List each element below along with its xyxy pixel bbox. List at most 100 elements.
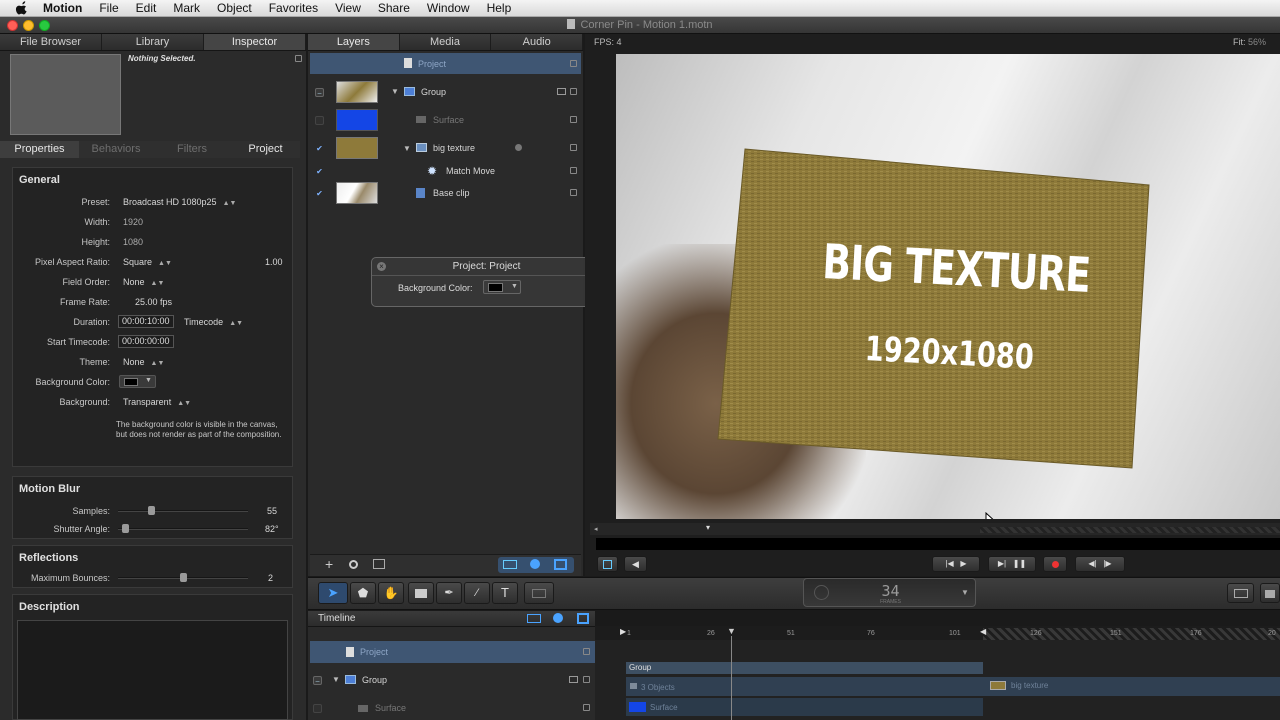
tab-audio[interactable]: Audio: [491, 34, 584, 50]
go-to-end-icon[interactable]: ▶|: [998, 559, 1006, 568]
subtab-filters[interactable]: Filters: [153, 141, 231, 158]
disclosure-triangle-icon[interactable]: ▼: [332, 675, 340, 684]
canvas-viewport[interactable]: BIG TEXTURE 1920x1080: [616, 54, 1280, 519]
pause-icon[interactable]: ❚❚: [1013, 559, 1026, 568]
go-to-start-icon[interactable]: |◀: [945, 559, 953, 568]
grid-icon[interactable]: [373, 559, 385, 569]
lock-icon[interactable]: [583, 704, 590, 711]
max-bounces-slider-knob[interactable]: [180, 573, 187, 582]
start-timecode-field[interactable]: 00:00:00:00: [118, 335, 174, 348]
lock-icon[interactable]: [295, 55, 302, 62]
theme-popup[interactable]: None ▲▼: [123, 357, 164, 367]
lock-icon[interactable]: [570, 144, 577, 151]
preset-popup[interactable]: Broadcast HD 1080p25 ▲▼: [123, 197, 236, 207]
timecode-display[interactable]: 34 FRAMES ▼: [803, 578, 976, 607]
timeline-playhead-handle[interactable]: ▼: [727, 626, 736, 636]
stack-icon[interactable]: [554, 559, 567, 570]
toggle-view-button[interactable]: [597, 556, 618, 572]
duration-field[interactable]: 00:00:10:00: [118, 315, 174, 328]
hud-bg-color-well[interactable]: ▼: [483, 280, 521, 294]
track-group-bar[interactable]: [626, 662, 983, 674]
menu-share[interactable]: Share: [378, 0, 410, 17]
isolate-icon[interactable]: [557, 88, 566, 95]
activation-checkbox[interactable]: [313, 704, 322, 713]
lock-icon[interactable]: [570, 116, 577, 123]
activation-checkbox[interactable]: −: [313, 676, 322, 686]
shutter-angle-slider-knob[interactable]: [121, 524, 129, 533]
activation-checkbox[interactable]: [315, 116, 324, 125]
menu-file[interactable]: File: [99, 0, 118, 17]
samples-slider-knob[interactable]: [147, 506, 155, 515]
timeline-row-surface[interactable]: [310, 698, 595, 720]
select-tool[interactable]: ➤: [318, 582, 348, 604]
subtab-project[interactable]: Project: [231, 141, 300, 158]
out-point-marker[interactable]: ◀: [980, 627, 986, 636]
audio-button[interactable]: ◀: [624, 556, 647, 572]
bg-color-well[interactable]: ▼: [119, 375, 156, 388]
duration-format-popup[interactable]: Timecode ▲▼: [184, 317, 243, 327]
record-button[interactable]: [1043, 556, 1067, 572]
activation-checkbox[interactable]: ✔: [315, 189, 324, 198]
lock-icon[interactable]: [570, 167, 577, 174]
tab-file-browser[interactable]: File Browser: [0, 34, 102, 50]
gear-icon[interactable]: [553, 613, 563, 623]
menu-window[interactable]: Window: [427, 0, 470, 17]
step-back-icon[interactable]: ◀|: [1088, 559, 1096, 568]
search-icon[interactable]: [349, 560, 358, 569]
gear-icon[interactable]: [515, 144, 522, 151]
in-point-marker[interactable]: ▶: [620, 627, 626, 636]
menu-motion[interactable]: Motion: [43, 0, 82, 17]
step-forward-icon[interactable]: |▶: [1103, 559, 1111, 568]
menu-object[interactable]: Object: [217, 0, 252, 17]
tab-inspector[interactable]: Inspector: [204, 34, 306, 50]
activation-checkbox[interactable]: ✔: [315, 144, 324, 153]
activation-checkbox[interactable]: ✔: [315, 167, 324, 176]
lock-icon[interactable]: [583, 676, 590, 683]
mini-timeline[interactable]: ◂ ▾: [590, 523, 1280, 535]
lock-icon[interactable]: [570, 189, 577, 196]
shutter-angle-slider[interactable]: [118, 528, 248, 530]
bezier-tool[interactable]: ✒: [436, 582, 462, 604]
background-popup[interactable]: Transparent ▲▼: [123, 397, 191, 407]
play-start-marker[interactable]: ◂: [594, 525, 598, 533]
track-surface-bar[interactable]: [626, 698, 983, 716]
share-button[interactable]: [1260, 583, 1280, 603]
subtab-properties[interactable]: Properties: [0, 141, 79, 158]
gear-icon[interactable]: [530, 559, 540, 569]
tab-layers[interactable]: Layers: [308, 34, 400, 50]
menu-favorites[interactable]: Favorites: [269, 0, 318, 17]
menu-view[interactable]: View: [335, 0, 361, 17]
menu-help[interactable]: Help: [487, 0, 512, 17]
add-icon[interactable]: +: [325, 556, 333, 572]
lock-icon[interactable]: [570, 60, 577, 67]
library-toggle-button[interactable]: [1227, 583, 1254, 603]
play-icon[interactable]: ▶: [960, 559, 966, 568]
pan-tool[interactable]: ✋: [378, 582, 404, 604]
isolate-icon[interactable]: [569, 676, 578, 683]
field-order-popup[interactable]: None ▲▼: [123, 277, 164, 287]
shape-tool[interactable]: ⬟: [350, 582, 376, 604]
par-popup[interactable]: Square ▲▼: [123, 257, 172, 267]
subtab-behaviors[interactable]: Behaviors: [79, 141, 153, 158]
disclosure-triangle-icon[interactable]: ▼: [391, 87, 399, 96]
menu-edit[interactable]: Edit: [136, 0, 157, 17]
track-group-objects[interactable]: [626, 677, 1280, 696]
activation-checkbox[interactable]: −: [315, 88, 324, 98]
layers-view-icon[interactable]: [503, 560, 517, 569]
mini-playhead[interactable]: ▾: [706, 523, 710, 532]
disclosure-triangle-icon[interactable]: ▼: [403, 144, 411, 153]
tab-library[interactable]: Library: [102, 34, 204, 50]
lock-icon[interactable]: [570, 88, 577, 95]
description-textarea[interactable]: [17, 620, 288, 720]
menu-mark[interactable]: Mark: [173, 0, 200, 17]
timeline-view-icon[interactable]: [527, 614, 541, 623]
rectangle-tool[interactable]: [408, 582, 434, 604]
text-tool[interactable]: T: [492, 582, 518, 604]
tab-media[interactable]: Media: [400, 34, 492, 50]
stack-icon[interactable]: [577, 613, 589, 624]
fit-readout[interactable]: Fit: 56%: [1233, 37, 1266, 47]
samples-slider[interactable]: [118, 510, 248, 512]
paint-tool[interactable]: ⁄: [464, 582, 490, 604]
lock-icon[interactable]: [583, 648, 590, 655]
mask-tool[interactable]: [524, 582, 554, 604]
